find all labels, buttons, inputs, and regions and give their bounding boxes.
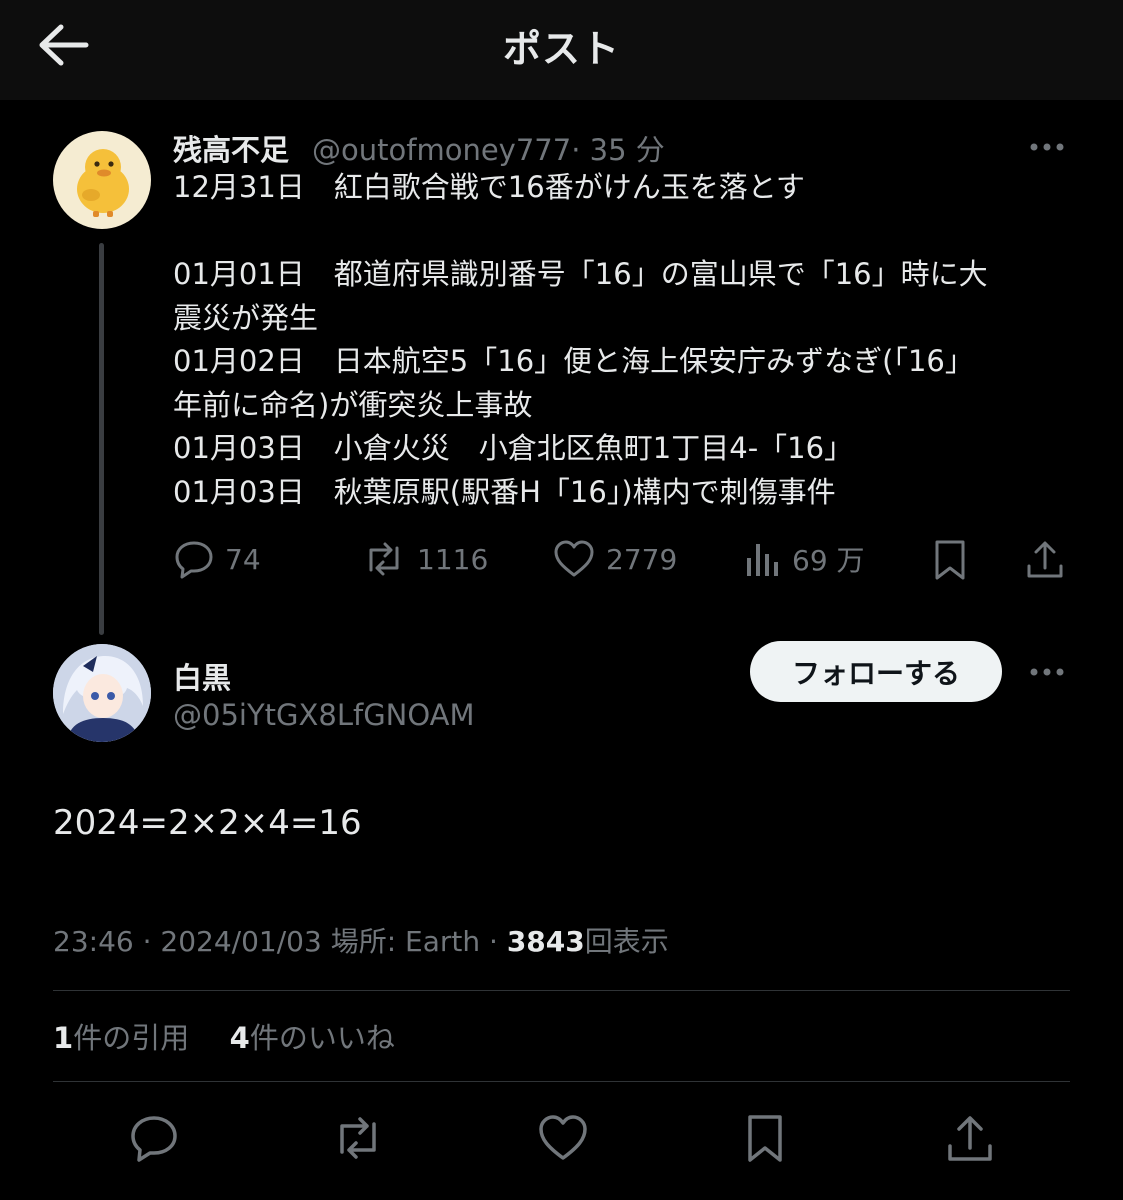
parent-text-line: 01月03日 小倉火災 小倉北区魚町1丁目4-「16」 — [173, 431, 854, 465]
author-handle[interactable]: @05iYtGX8LfGNOAM — [173, 698, 475, 732]
parent-author-name[interactable]: 残高不足 — [173, 127, 289, 169]
reply-bubble-icon — [131, 1116, 177, 1162]
duck-avatar-icon — [77, 149, 129, 217]
share-upload-icon — [1027, 541, 1063, 578]
repost-count: 1116 — [417, 542, 489, 576]
share-upload-icon — [948, 1116, 992, 1161]
reply-button[interactable] — [128, 1112, 180, 1164]
likes-count: 4 — [229, 1021, 250, 1055]
post-time[interactable]: 23:46 — [53, 925, 134, 958]
repost-button[interactable] — [330, 1112, 382, 1164]
share-button[interactable] — [1024, 538, 1066, 582]
post-date[interactable]: 2024/01/03 — [160, 925, 321, 958]
parent-text-line: 01月02日 日本航空5「16」便と海上保安庁みずなぎ(「16」 — [173, 344, 974, 378]
views-button[interactable]: 69 万 — [742, 538, 865, 580]
likes-link[interactable]: 4件のいいね — [230, 1021, 395, 1055]
quotes-link[interactable]: 1件の引用 — [53, 1021, 189, 1055]
divider — [53, 1081, 1070, 1082]
quote-count: 1 — [53, 1021, 74, 1055]
parent-text-line: 12月31日 紅白歌合戦で16番がけん玉を落とす — [173, 170, 805, 204]
post-metadata: 23:46 · 2024/01/03 場所: Earth · 3843回表示 — [53, 925, 669, 958]
bookmark-icon — [935, 540, 965, 580]
parent-text-line: 震災が発生 — [173, 300, 319, 335]
post-text: 2024=2×2×4=16 — [53, 803, 362, 843]
author-avatar[interactable] — [53, 644, 151, 742]
parent-text-line: 01月03日 秋葉原駅(駅番H「16」)構内で刺傷事件 — [173, 474, 836, 509]
post-more-button[interactable] — [1028, 663, 1068, 683]
bookmark-button[interactable] — [742, 1112, 794, 1164]
parent-text-line: 年前に命名)が衝突炎上事故 — [173, 387, 533, 422]
quote-label: 件の引用 — [73, 1021, 190, 1055]
parent-author-meta: @outofmoney777· 35 分 — [312, 127, 665, 169]
reply-count: 74 — [225, 542, 261, 576]
more-horizontal-icon — [1030, 143, 1064, 151]
top-bar: ポスト — [0, 0, 1123, 100]
bookmark-icon — [748, 1115, 782, 1162]
repost-button[interactable]: 1116 — [361, 538, 488, 580]
parent-author-handle[interactable]: @outofmoney777 — [312, 133, 571, 167]
parent-text-line: 01月01日 都道府県識別番号「16」の富山県で「16」時に大 — [173, 257, 988, 291]
view-count: 69 万 — [792, 544, 865, 577]
parent-more-button[interactable] — [1028, 138, 1068, 158]
author-name[interactable]: 白黒 — [173, 655, 231, 697]
parent-post-time[interactable]: · 35 分 — [571, 133, 665, 167]
parent-text-line — [173, 210, 1073, 254]
post-location: 場所: Earth — [330, 925, 481, 958]
post-view-label: 回表示 — [584, 925, 669, 958]
bookmark-button[interactable] — [930, 538, 970, 582]
page-title: ポスト — [502, 27, 620, 71]
anime-character-avatar-icon — [53, 644, 151, 742]
like-button[interactable] — [536, 1112, 588, 1164]
repost-icon — [369, 542, 399, 576]
repost-icon — [340, 1117, 376, 1159]
heart-icon — [539, 1115, 587, 1160]
parent-author-avatar[interactable] — [53, 131, 151, 229]
follow-button[interactable]: フォローする — [750, 641, 1002, 702]
post-view-number: 3843 — [506, 925, 585, 958]
thread-connector-line — [99, 243, 104, 635]
reply-button[interactable]: 74 — [173, 538, 261, 580]
share-button[interactable] — [944, 1112, 996, 1164]
bar-chart-icon — [747, 544, 778, 576]
like-count: 2779 — [606, 542, 678, 576]
more-horizontal-icon — [1030, 668, 1064, 676]
divider — [53, 990, 1070, 991]
reply-bubble-icon — [175, 541, 213, 579]
likes-label: 件のいいね — [249, 1021, 395, 1055]
like-button[interactable]: 2779 — [552, 538, 677, 580]
engagement-summary: 1件の引用 4件のいいね — [53, 1015, 395, 1057]
heart-icon — [554, 540, 594, 577]
parent-post-text: 12月31日 紅白歌合戦で16番がけん玉を落とす 01月01日 都道府県識別番号… — [173, 166, 1073, 514]
